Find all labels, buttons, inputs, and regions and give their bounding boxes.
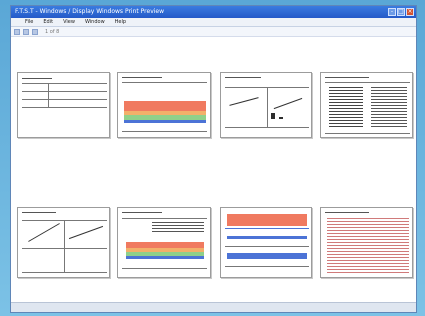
preview-area: [11, 37, 416, 302]
menu-bar: File Edit View Window Help: [11, 18, 416, 27]
status-bar: [11, 302, 416, 312]
menu-item-file[interactable]: File: [25, 18, 33, 26]
menu-item-window[interactable]: Window: [85, 18, 105, 26]
page-thumbnail-3[interactable]: [220, 72, 312, 138]
maximize-button[interactable]: □: [397, 8, 405, 16]
page-thumbnail-5[interactable]: [17, 207, 110, 278]
page-thumbnail-2[interactable]: [117, 72, 211, 138]
window-title: F.T.S.T - Windows / Display Windows Prin…: [15, 8, 165, 15]
page-thumbnail-4[interactable]: [320, 72, 413, 138]
page-indicator: 1 of 8: [45, 28, 60, 35]
zoom-icon[interactable]: [23, 28, 29, 35]
print-preview-window: F.T.S.T - Windows / Display Windows Prin…: [10, 5, 417, 313]
page-thumbnail-8[interactable]: [320, 207, 413, 278]
menu-item-edit[interactable]: Edit: [43, 18, 53, 26]
minimize-button[interactable]: -: [388, 8, 396, 16]
page-icon[interactable]: [32, 28, 38, 35]
title-bar[interactable]: F.T.S.T - Windows / Display Windows Prin…: [11, 6, 416, 18]
window-controls: - □ ×: [388, 8, 414, 16]
toolbar: 1 of 8: [11, 27, 416, 37]
close-button[interactable]: ×: [406, 8, 414, 16]
print-icon[interactable]: [14, 28, 20, 35]
page-thumbnail-7[interactable]: [220, 207, 312, 278]
page-thumbnail-1[interactable]: [17, 72, 110, 138]
menu-item-help[interactable]: Help: [115, 18, 126, 26]
menu-item-view[interactable]: View: [63, 18, 75, 26]
page-thumbnail-6[interactable]: [117, 207, 211, 278]
